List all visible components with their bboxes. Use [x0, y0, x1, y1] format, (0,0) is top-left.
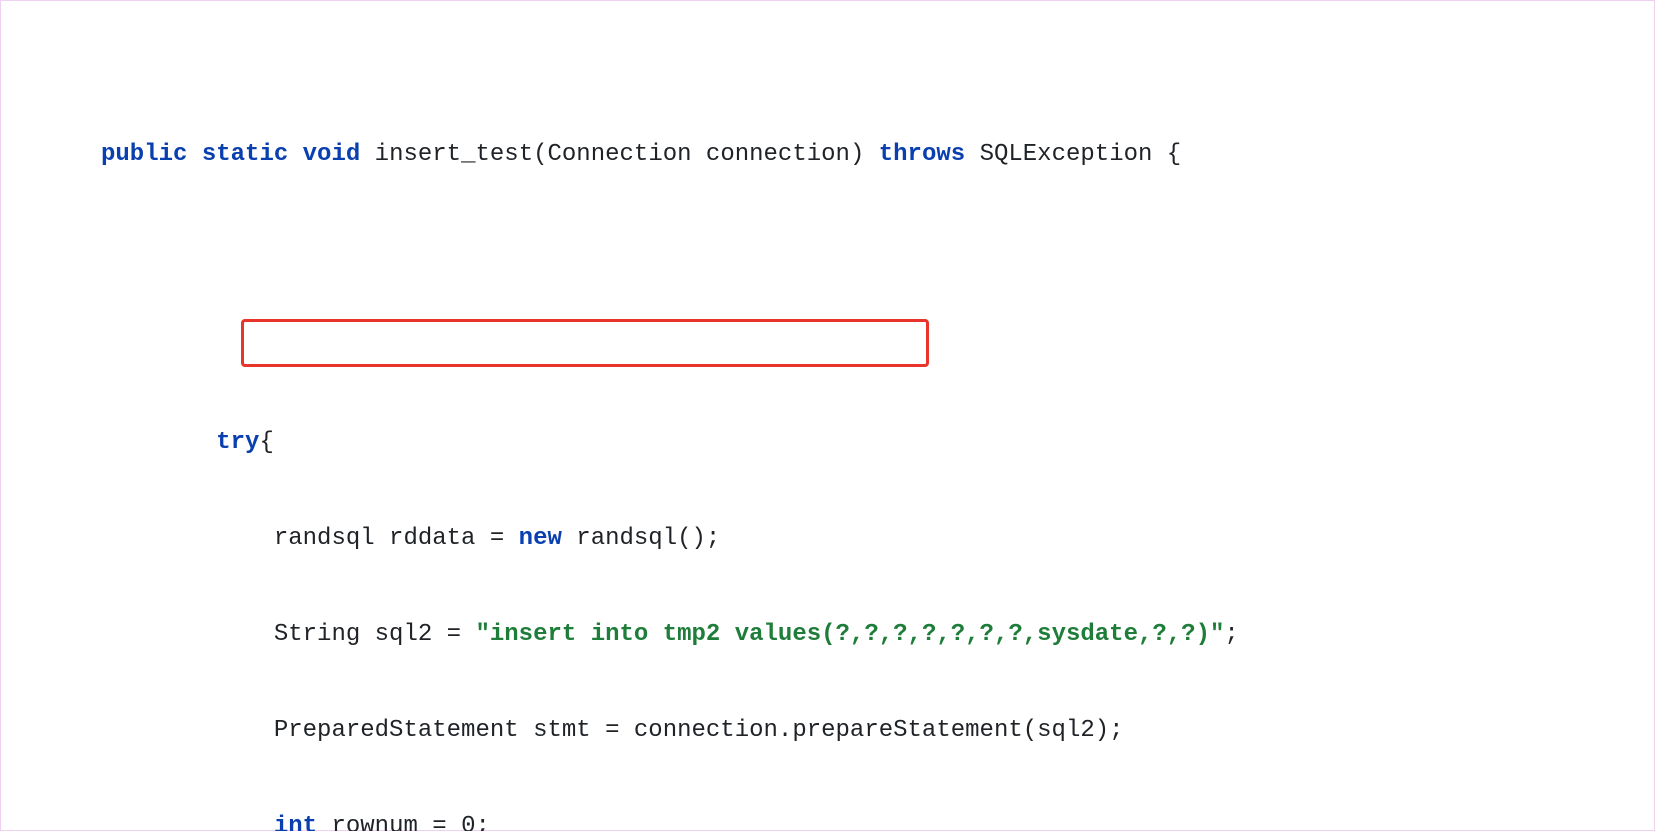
keyword-throws: throws [879, 141, 965, 168]
keyword-public: public [101, 141, 187, 168]
method-sig: insert_test(Connection connection) [360, 141, 878, 168]
code-line[interactable]: randsql rddata = new randsql(); [1, 523, 1654, 555]
code-line[interactable]: int rownum = 0; [1, 811, 1654, 831]
code-line[interactable]: try{ [1, 427, 1654, 459]
code-text: randsql(); [562, 525, 720, 552]
code-line-blank[interactable] [1, 331, 1654, 363]
code-line-blank[interactable] [1, 235, 1654, 267]
keyword-static: static [202, 141, 288, 168]
string-literal: "insert into tmp2 values(?,?,?,?,?,?,?,s… [475, 621, 1224, 648]
code-text: String sql2 = [101, 621, 475, 648]
code-text: { [259, 429, 273, 456]
keyword-int: int [274, 813, 317, 831]
code-line[interactable]: public static void insert_test(Connectio… [1, 139, 1654, 171]
code-text: SQLException { [965, 141, 1181, 168]
code-line[interactable]: String sql2 = "insert into tmp2 values(?… [1, 619, 1654, 651]
keyword-new: new [519, 525, 562, 552]
keyword-void: void [303, 141, 361, 168]
code-line[interactable]: PreparedStatement stmt = connection.prep… [1, 715, 1654, 747]
code-text: ; [1224, 621, 1238, 648]
code-text: = 0; [418, 813, 490, 831]
keyword-try: try [216, 429, 259, 456]
code-text: randsql rddata = [101, 525, 519, 552]
code-editor[interactable]: public static void insert_test(Connectio… [0, 0, 1655, 831]
var-rownum: rownum [331, 813, 417, 831]
